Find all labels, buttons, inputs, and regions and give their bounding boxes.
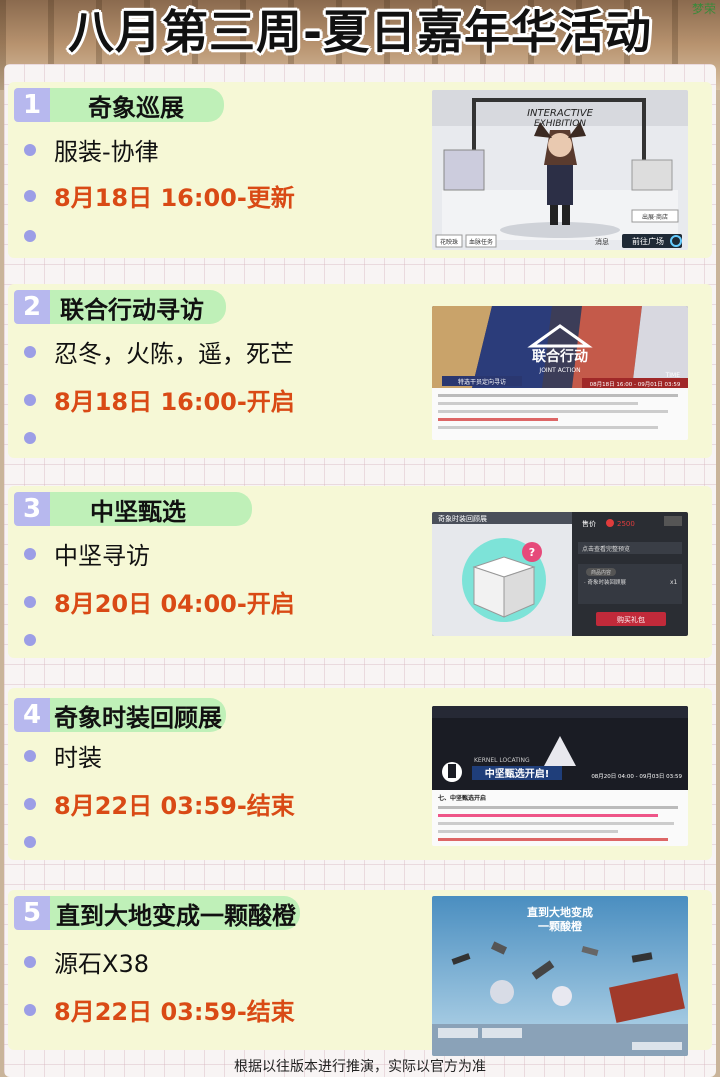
section-tag-2: 2 联合行动寻访	[14, 290, 226, 324]
locating-label: KERNEL LOCATING	[474, 757, 530, 764]
list-item: 8月18日 16:00-开启	[24, 382, 295, 417]
bullet-dot	[24, 955, 36, 968]
item-date: 8月18日 16:00-开启	[54, 388, 295, 416]
list-item	[24, 432, 54, 444]
item-text: 源石X38	[54, 950, 149, 978]
bullet-dot	[24, 143, 36, 156]
page-title: 八月第三周-夏日嘉年华活动	[67, 5, 653, 59]
bullet-dot	[24, 634, 36, 646]
section-title: 奇象时装回顾展	[50, 698, 226, 732]
list-item	[24, 634, 54, 646]
item-text: 时装	[54, 744, 102, 772]
button-label[interactable]: 出展·商店	[642, 213, 668, 221]
event-headline: 中坚甄选开启!	[485, 767, 550, 780]
enter-plaza-button[interactable]: 前往广场	[632, 236, 664, 246]
section-number: 4	[14, 698, 50, 732]
item-date: 8月22日 03:59-结束	[54, 998, 295, 1026]
contents-label: 商品内容	[591, 569, 611, 576]
bullet-dot	[24, 189, 36, 202]
item-text: 忍冬，火陈，遥，死芒	[54, 340, 294, 368]
list-item: 源石X38	[24, 944, 149, 979]
event-date: 08月20日 04:00 - 09月03日 03:59	[591, 773, 682, 780]
item-date: 8月20日 04:00-开启	[54, 590, 295, 618]
button-label[interactable]: 消息	[595, 237, 609, 246]
event-title: 一颗酸橙	[538, 919, 583, 933]
event-date: 08月18日 16:00 - 09月01日 03:59	[590, 381, 681, 388]
bullet-dot	[24, 393, 36, 406]
list-item: 服装-协律	[24, 132, 159, 167]
item-date: 8月22日 03:59-结束	[54, 792, 295, 820]
bullet-dot	[24, 595, 36, 608]
bullet-dot	[24, 1003, 36, 1016]
item-date: 8月18日 16:00-更新	[54, 184, 295, 212]
list-item: 8月18日 16:00-更新	[24, 178, 295, 213]
section-title: 联合行动寻访	[50, 290, 226, 324]
section-tag-4: 4 奇象时装回顾展	[14, 698, 226, 732]
screenshot-kernel-locating[interactable]: KERNEL LOCATING 中坚甄选开启! 08月20日 04:00 - 0…	[432, 706, 688, 846]
list-item	[24, 230, 54, 242]
list-item: 忍冬，火陈，遥，死芒	[24, 334, 294, 369]
list-item: 8月22日 03:59-结束	[24, 786, 295, 821]
bundle-qty: x1	[670, 579, 678, 586]
bundle-title: 奇象时装回顾展	[438, 514, 487, 523]
section-title: 中坚甄选	[50, 492, 252, 526]
bundle-item: · 奇象时装回顾展	[584, 578, 626, 586]
time-tag: TIME	[665, 372, 681, 379]
bullet-dot	[24, 345, 36, 358]
event-title: 直到大地变成	[527, 905, 593, 919]
bullet-dot	[24, 749, 36, 762]
section-number: 5	[14, 896, 50, 930]
bullet-dot	[24, 836, 36, 848]
button-label[interactable]: 花映珠	[440, 238, 458, 246]
button-label[interactable]: 血脉任务	[469, 238, 493, 246]
section-tag-5: 5 直到大地变成一颗酸橙	[14, 896, 300, 930]
section-tag-3: 3 中坚甄选	[14, 492, 252, 526]
logo-text: JOINT ACTION	[538, 367, 580, 374]
list-item: 8月20日 04:00-开启	[24, 584, 295, 619]
section-title: 直到大地变成一颗酸橙	[50, 896, 300, 930]
item-text: 中坚寻访	[54, 542, 150, 570]
list-item: 时装	[24, 738, 102, 773]
question-icon: ?	[529, 546, 535, 559]
banner-text: EXHIBITION	[534, 119, 586, 129]
price-label: 售价	[582, 519, 596, 528]
section-heading: 七、中坚甄选开启	[438, 794, 486, 802]
price-value: 2500	[617, 520, 635, 528]
banner-text: INTERACTIVE	[527, 108, 594, 119]
banner-caption: 特选干员定向寻访	[458, 378, 506, 386]
section-number: 2	[14, 290, 50, 324]
footer-disclaimer: 根据以往版本进行推演，实际以官方为准	[234, 1059, 486, 1075]
section-number: 3	[14, 492, 50, 526]
screenshot-interactive-exhibition[interactable]: INTERACTIVE EXHIBITION 花映珠 血脉任务 出展·商店 消息…	[432, 90, 688, 250]
section-tag-1: 1 奇象巡展	[14, 88, 224, 122]
section-title: 奇象巡展	[50, 88, 224, 122]
list-item: 8月22日 03:59-结束	[24, 992, 295, 1027]
bullet-dot	[24, 547, 36, 560]
screenshot-outfit-bundle-shop[interactable]: 奇象时装回顾展 ? 售价 2500 点击查看完整预览 商品内容 · 奇象时装回顾…	[432, 512, 688, 636]
section-number: 1	[14, 88, 50, 122]
bullet-dot	[24, 230, 36, 242]
corner-watermark: 梦荣	[691, 2, 716, 16]
list-item	[24, 836, 54, 848]
buy-bundle-button[interactable]: 购买礼包	[617, 615, 645, 624]
item-text: 服装-协律	[54, 138, 159, 166]
bullet-dot	[24, 797, 36, 810]
logo-text: 联合行动	[532, 348, 588, 365]
list-item: 中坚寻访	[24, 536, 150, 571]
screenshot-joint-action[interactable]: 联合行动 JOINT ACTION TIME 08月18日 16:00 - 09…	[432, 306, 688, 440]
bullet-dot	[24, 432, 36, 444]
screenshot-lime-event[interactable]: 直到大地变成 一颗酸橙	[432, 896, 688, 1056]
preview-hint[interactable]: 点击查看完整预览	[582, 545, 630, 553]
